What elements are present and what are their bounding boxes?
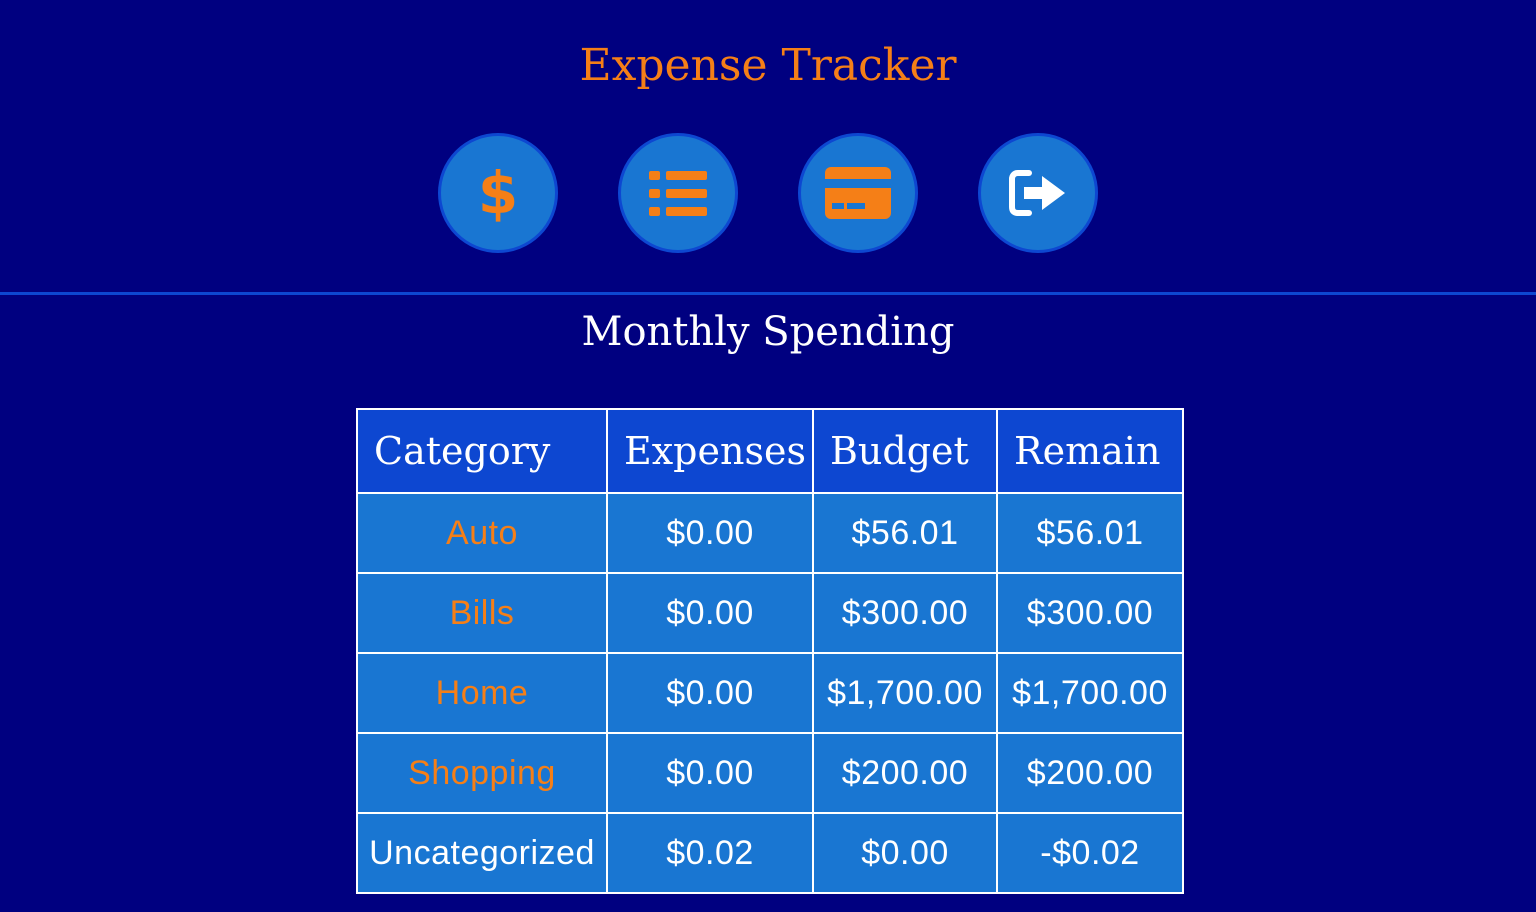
- sign-out-button[interactable]: [978, 133, 1098, 253]
- expenses-cell: $0.02: [606, 812, 814, 894]
- column-header-remain: Remain: [996, 408, 1184, 494]
- sign-out-icon: [1009, 170, 1065, 216]
- budget-cell: $1,700.00: [812, 652, 998, 734]
- table-row: Shopping $0.00 $200.00 $200.00: [356, 732, 1184, 814]
- table-header-row: Category Expenses Budget Remain: [356, 408, 1184, 494]
- app-title: Expense Tracker: [579, 40, 957, 91]
- column-header-category: Category: [356, 408, 608, 494]
- column-header-expenses: Expenses: [606, 408, 814, 494]
- remain-cell: $200.00: [996, 732, 1184, 814]
- credit-card-button[interactable]: [798, 133, 918, 253]
- credit-card-icon: [825, 167, 891, 219]
- category-link-bills[interactable]: Bills: [356, 572, 608, 654]
- monthly-spending-table: Category Expenses Budget Remain Auto $0.…: [356, 408, 1184, 894]
- table-row: Auto $0.00 $56.01 $56.01: [356, 492, 1184, 574]
- table-row: Uncategorized $0.02 $0.00 -$0.02: [356, 812, 1184, 894]
- budget-cell: $200.00: [812, 732, 998, 814]
- remain-cell: $56.01: [996, 492, 1184, 574]
- dollar-button[interactable]: $: [438, 133, 558, 253]
- expenses-cell: $0.00: [606, 572, 814, 654]
- category-cell-uncategorized: Uncategorized: [356, 812, 608, 894]
- remain-cell: $300.00: [996, 572, 1184, 654]
- dollar-icon: $: [478, 163, 518, 223]
- category-link-auto[interactable]: Auto: [356, 492, 608, 574]
- category-link-home[interactable]: Home: [356, 652, 608, 734]
- section-title: Monthly Spending: [581, 309, 955, 355]
- budget-cell: $300.00: [812, 572, 998, 654]
- column-header-budget: Budget: [812, 408, 998, 494]
- table-row: Home $0.00 $1,700.00 $1,700.00: [356, 652, 1184, 734]
- header-divider: [0, 292, 1536, 295]
- expenses-cell: $0.00: [606, 492, 814, 574]
- budget-cell: $0.00: [812, 812, 998, 894]
- remain-cell: -$0.02: [996, 812, 1184, 894]
- svg-text:$: $: [478, 163, 518, 223]
- table-row: Bills $0.00 $300.00 $300.00: [356, 572, 1184, 654]
- category-link-shopping[interactable]: Shopping: [356, 732, 608, 814]
- app-header: Expense Tracker $: [0, 0, 1536, 293]
- list-icon: [649, 171, 707, 216]
- list-button[interactable]: [618, 133, 738, 253]
- remain-cell: $1,700.00: [996, 652, 1184, 734]
- budget-cell: $56.01: [812, 492, 998, 574]
- expenses-cell: $0.00: [606, 652, 814, 734]
- expenses-cell: $0.00: [606, 732, 814, 814]
